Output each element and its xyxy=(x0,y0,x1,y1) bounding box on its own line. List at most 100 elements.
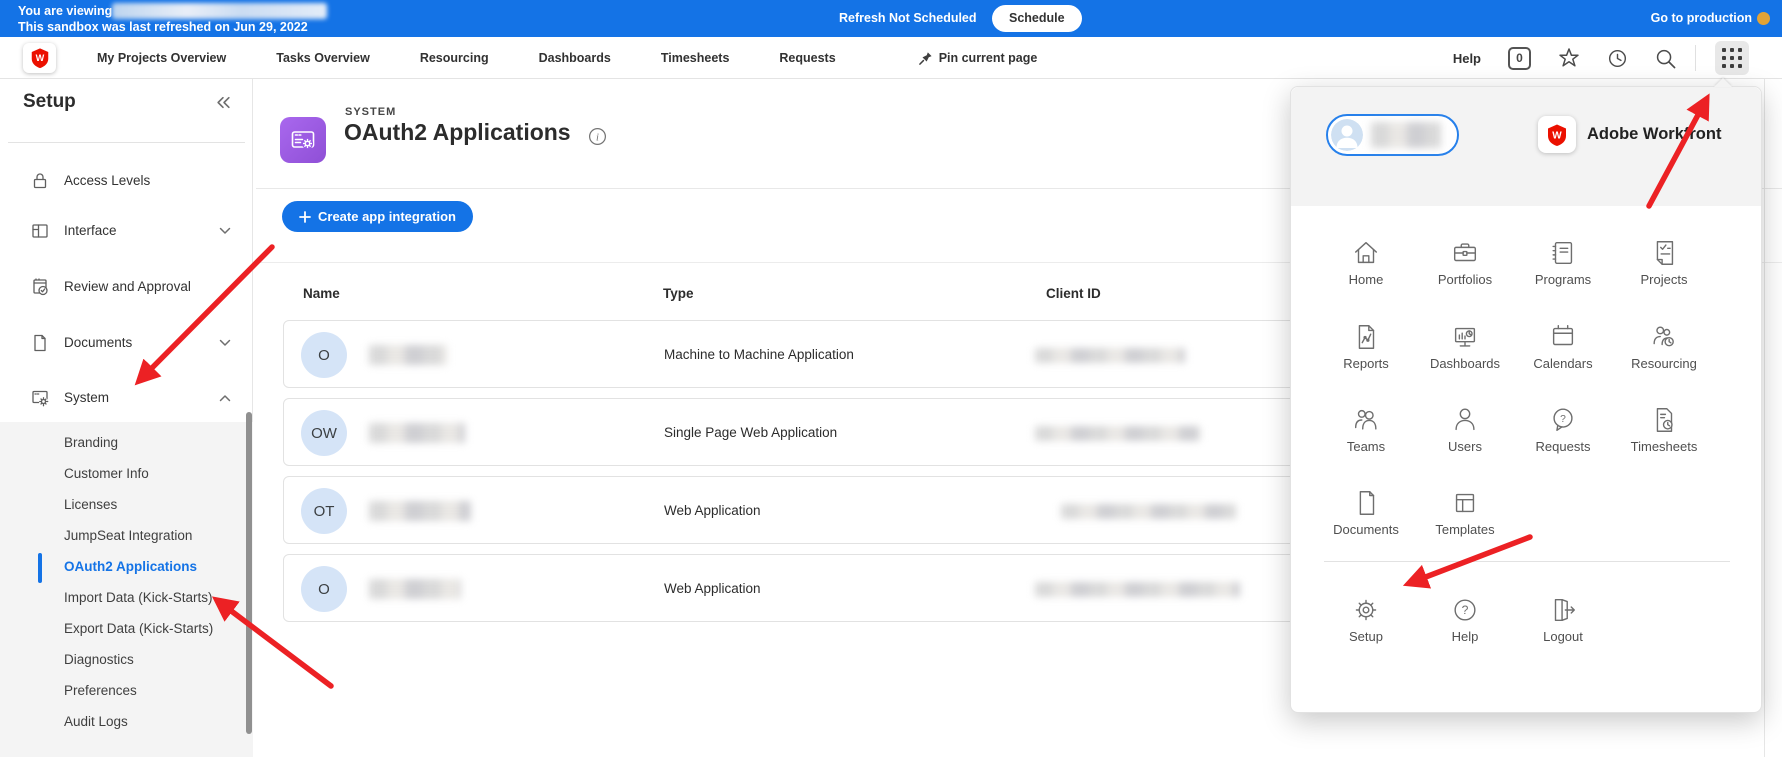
app-link-calendars[interactable]: Calendars xyxy=(1513,320,1613,371)
sidebar-item-documents[interactable]: Documents xyxy=(0,328,253,358)
app-link-templates[interactable]: Templates xyxy=(1415,486,1515,537)
sidebar-item-interface[interactable]: Interface xyxy=(0,216,253,246)
app-label: Help xyxy=(1452,629,1479,644)
svg-text:W: W xyxy=(35,53,44,63)
setup-sidebar: Setup Access Levels Interface xyxy=(0,79,253,757)
history-clock-icon xyxy=(1607,48,1628,69)
system-icon xyxy=(30,388,50,408)
nav-item-my-projects-overview[interactable]: My Projects Overview xyxy=(97,51,226,65)
star-icon xyxy=(1558,47,1580,69)
refresh-status: Refresh Not Scheduled xyxy=(839,0,977,37)
notification-count-button[interactable]: 0 xyxy=(1508,47,1531,70)
svg-text:?: ? xyxy=(1462,603,1469,617)
app-type: Web Application xyxy=(664,477,761,545)
app-label: Teams xyxy=(1347,439,1385,454)
app-link-teams[interactable]: Teams xyxy=(1316,403,1416,454)
nav-item-resourcing[interactable]: Resourcing xyxy=(420,51,489,65)
go-to-production-link[interactable]: Go to production xyxy=(1651,0,1752,37)
redacted-client-id xyxy=(1061,504,1236,519)
app-link-home[interactable]: Home xyxy=(1316,236,1416,287)
app-link-logout[interactable]: Logout xyxy=(1513,593,1613,644)
subitem-label: Audit Logs xyxy=(64,708,128,736)
app-label: Portfolios xyxy=(1438,272,1492,287)
app-link-timesheets[interactable]: Timesheets xyxy=(1614,403,1714,454)
sidebar-item-system[interactable]: System xyxy=(0,383,253,413)
sidebar-subitem-licenses[interactable]: Licenses xyxy=(0,491,253,519)
app-link-dashboards[interactable]: Dashboards xyxy=(1415,320,1515,371)
app-link-projects[interactable]: Projects xyxy=(1614,236,1714,287)
page-gutter-line xyxy=(1764,79,1765,757)
sidebar-item-access-levels[interactable]: Access Levels xyxy=(0,166,253,196)
workfront-home-button[interactable]: W xyxy=(23,43,56,73)
user-profile-pill[interactable] xyxy=(1326,114,1459,156)
create-app-integration-button[interactable]: Create app integration xyxy=(282,201,473,232)
refreshed-text: This sandbox was last refreshed on Jun 2… xyxy=(18,20,308,34)
app-avatar: OW xyxy=(301,410,347,456)
app-link-help[interactable]: ? Help xyxy=(1415,593,1515,644)
sidebar-subitem-preferences[interactable]: Preferences xyxy=(0,677,253,705)
app-link-users[interactable]: Users xyxy=(1415,403,1515,454)
search-button[interactable] xyxy=(1655,48,1676,69)
dashboard-monitor-icon xyxy=(1450,322,1480,352)
app-link-resourcing[interactable]: Resourcing xyxy=(1614,320,1714,371)
app-label: Resourcing xyxy=(1631,356,1697,371)
app-link-documents[interactable]: Documents xyxy=(1316,486,1416,537)
sidebar-subitem-import-data[interactable]: Import Data (Kick-Starts) xyxy=(0,584,253,612)
page-title: OAuth2 Applications xyxy=(344,119,571,146)
info-button[interactable]: i xyxy=(588,127,607,151)
app-link-setup[interactable]: Setup xyxy=(1316,593,1416,644)
sidebar-subitem-jumpseat-integration[interactable]: JumpSeat Integration xyxy=(0,522,253,550)
app-label: Timesheets xyxy=(1631,439,1698,454)
sidebar-collapse-button[interactable] xyxy=(216,96,231,114)
app-label: Programs xyxy=(1535,272,1591,287)
recents-button[interactable] xyxy=(1607,48,1628,69)
column-header-client-id: Client ID xyxy=(1046,286,1101,301)
sidebar-subitem-audit-logs[interactable]: Audit Logs xyxy=(0,708,253,736)
panel-divider xyxy=(1324,561,1730,562)
nav-item-requests[interactable]: Requests xyxy=(779,51,835,65)
sidebar-subitem-branding[interactable]: Branding xyxy=(0,429,253,457)
review-approval-icon xyxy=(30,277,50,297)
sidebar-subitem-oauth2-applications[interactable]: OAuth2 Applications xyxy=(0,553,253,581)
nav-item-timesheets[interactable]: Timesheets xyxy=(661,51,730,65)
app-label: Documents xyxy=(1333,522,1399,537)
nav-item-tasks-overview[interactable]: Tasks Overview xyxy=(276,51,370,65)
subitem-label: Import Data (Kick-Starts) xyxy=(64,584,213,612)
redacted-user-name xyxy=(1371,122,1441,148)
chevron-down-icon xyxy=(219,339,231,347)
sidebar-item-label: Interface xyxy=(64,216,117,246)
sidebar-title: Setup xyxy=(23,91,76,113)
help-icon: ? xyxy=(1450,595,1480,625)
help-menu-button[interactable]: Help xyxy=(1453,51,1481,66)
schedule-button[interactable]: Schedule xyxy=(992,5,1082,32)
app-link-requests[interactable]: ? Requests xyxy=(1513,403,1613,454)
column-header-type: Type xyxy=(663,286,694,301)
svg-text:?: ? xyxy=(1560,414,1566,425)
app-switcher-button[interactable] xyxy=(1715,41,1749,75)
sidebar-item-review-and-approval[interactable]: Review and Approval xyxy=(0,272,253,302)
sidebar-subitem-customer-info[interactable]: Customer Info xyxy=(0,460,253,488)
nav-right-cluster: Help 0 xyxy=(1453,37,1749,79)
sidebar-divider xyxy=(8,142,245,143)
sidebar-scrollbar[interactable] xyxy=(246,412,252,734)
user-icon xyxy=(1450,405,1480,435)
app-link-portfolios[interactable]: Portfolios xyxy=(1415,236,1515,287)
subitem-label: OAuth2 Applications xyxy=(64,553,197,581)
sidebar-subitem-export-data[interactable]: Export Data (Kick-Starts) xyxy=(0,615,253,643)
document-icon xyxy=(30,333,50,353)
column-header-name: Name xyxy=(303,286,340,301)
app-link-reports[interactable]: Reports xyxy=(1316,320,1416,371)
nav-item-dashboards[interactable]: Dashboards xyxy=(539,51,611,65)
svg-text:i: i xyxy=(596,132,599,143)
app-link-programs[interactable]: Programs xyxy=(1513,236,1613,287)
viewing-label: You are viewing xyxy=(18,4,112,18)
timesheet-icon xyxy=(1649,405,1679,435)
popover-caret xyxy=(1714,78,1732,87)
person-avatar-icon xyxy=(1331,119,1363,151)
notebook-icon xyxy=(1548,238,1578,268)
pin-current-page-button[interactable]: Pin current page xyxy=(918,51,1038,66)
sidebar-subitem-diagnostics[interactable]: Diagnostics xyxy=(0,646,253,674)
app-label: Requests xyxy=(1536,439,1591,454)
favorites-button[interactable] xyxy=(1558,47,1580,69)
subitem-label: Licenses xyxy=(64,491,117,519)
